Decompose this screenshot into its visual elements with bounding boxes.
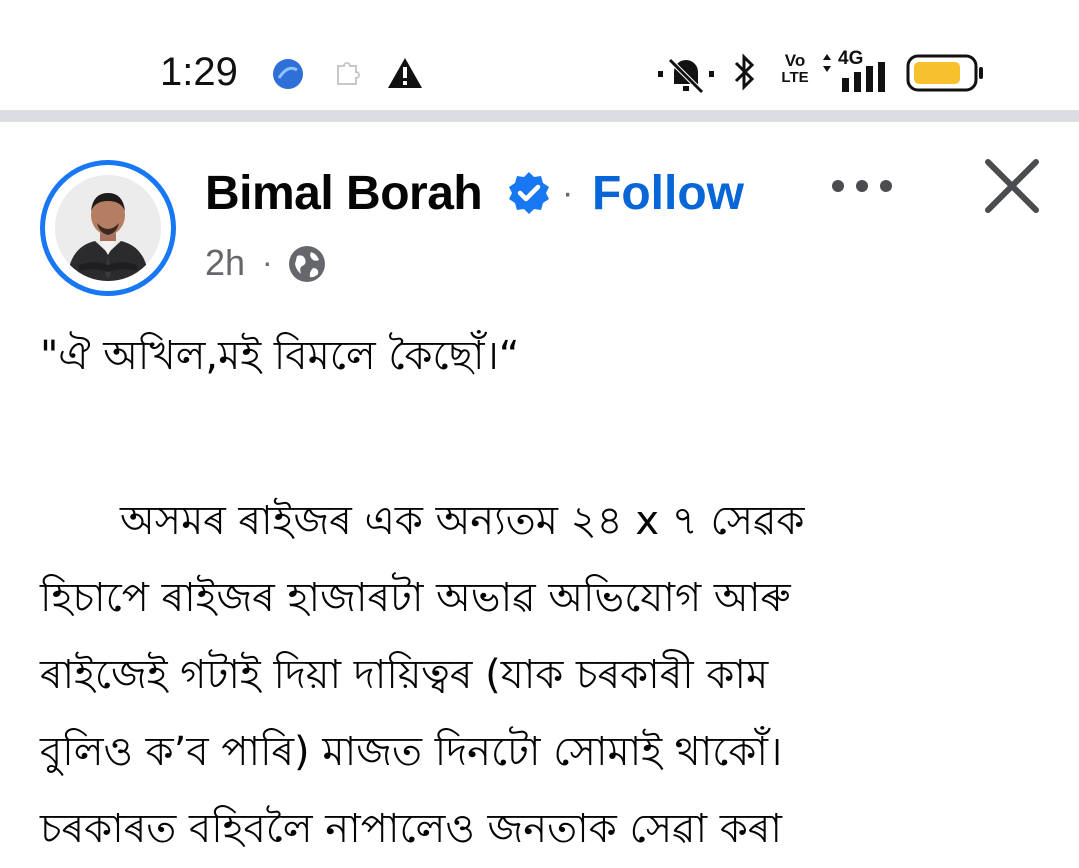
post-line: বুলিও ক’ব পাৰি) মাজত দিনটো সোমাই থাকোঁ। (40, 729, 783, 775)
post-timestamp[interactable]: 2h (205, 242, 245, 284)
post-line: চৰকাৰত বহিবলৈ নাপালেও জনতাক সেৱা কৰা (40, 806, 782, 852)
author-avatar[interactable] (40, 160, 176, 296)
warning-icon (388, 58, 422, 88)
status-time: 1:29 (160, 50, 238, 94)
follow-button[interactable]: Follow (592, 166, 744, 221)
close-icon[interactable] (976, 150, 1048, 222)
post-line: হিচাপে ৰাইজৰ হাজাৰটা অভাৱ অভিযোগ আৰু (40, 575, 791, 621)
volte-icon: Vo LTE (780, 52, 810, 86)
post-line: "ঐ অখিল,মই বিমলে কৈছোঁ।“ (40, 333, 520, 379)
volte-top-text: Vo (784, 51, 806, 70)
post-line: ৰাইজেই গটাই দিয়া দায়িত্বৰ (যাক চৰকাৰী … (40, 652, 769, 698)
volte-bottom-text: LTE (781, 69, 809, 86)
author-name[interactable]: Bimal Borah (205, 166, 483, 221)
puzzle-icon (337, 62, 360, 85)
bluetooth-icon (734, 53, 755, 91)
muted-bell-icon (658, 58, 714, 94)
verified-badge-icon (509, 172, 549, 214)
signal-bars-icon (842, 62, 885, 92)
signal-4g-icon: 4G (822, 48, 894, 92)
header-separator: · (562, 174, 574, 212)
app-bubble-icon (273, 59, 303, 89)
more-options-icon[interactable] (826, 168, 898, 204)
status-bar: 1:29 Vo LTE 4G (0, 0, 1079, 110)
battery-icon (906, 54, 983, 92)
status-divider (0, 110, 1079, 122)
post-line: অসমৰ ৰাইজৰ এক অন্যতম ২৪ x ৭ সেৱক (120, 498, 805, 544)
avatar-photo (55, 175, 161, 281)
globe-icon[interactable] (287, 244, 327, 284)
post-text: "ঐ অখিল,মই বিমলে কৈছোঁ।“ অসমৰ ৰাইজৰ এক অ… (40, 318, 1040, 868)
meta-separator: · (262, 244, 273, 280)
